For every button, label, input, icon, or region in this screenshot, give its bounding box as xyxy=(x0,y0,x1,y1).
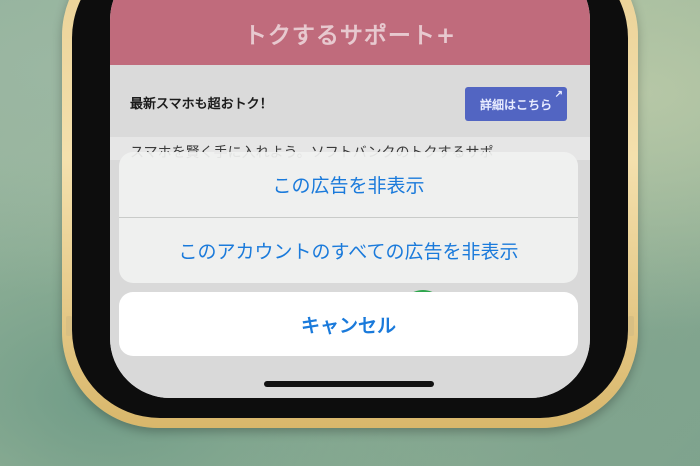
promo-banner[interactable]: トクするサポート+ xyxy=(110,0,590,65)
detail-button[interactable]: 詳細はこちら ↗ xyxy=(465,87,567,121)
external-arrow-icon: ↗ xyxy=(554,89,563,100)
action-sheet: この広告を非表示 このアカウントのすべての広告を非表示 xyxy=(119,152,578,283)
banner-title: トクするサポート+ xyxy=(243,22,457,49)
promo-text: 最新スマホも超おトク！ xyxy=(130,97,273,112)
cancel-button[interactable]: キャンセル xyxy=(119,292,578,356)
promo-row: 最新スマホも超おトク！ 詳細はこちら ↗ xyxy=(110,65,590,137)
detail-button-label: 詳細はこちら xyxy=(479,97,552,112)
side-button-right xyxy=(628,316,634,336)
home-indicator[interactable] xyxy=(264,381,434,387)
hide-all-ads-button[interactable]: このアカウントのすべての広告を非表示 xyxy=(119,218,578,283)
hide-ad-button[interactable]: この広告を非表示 xyxy=(119,152,578,217)
